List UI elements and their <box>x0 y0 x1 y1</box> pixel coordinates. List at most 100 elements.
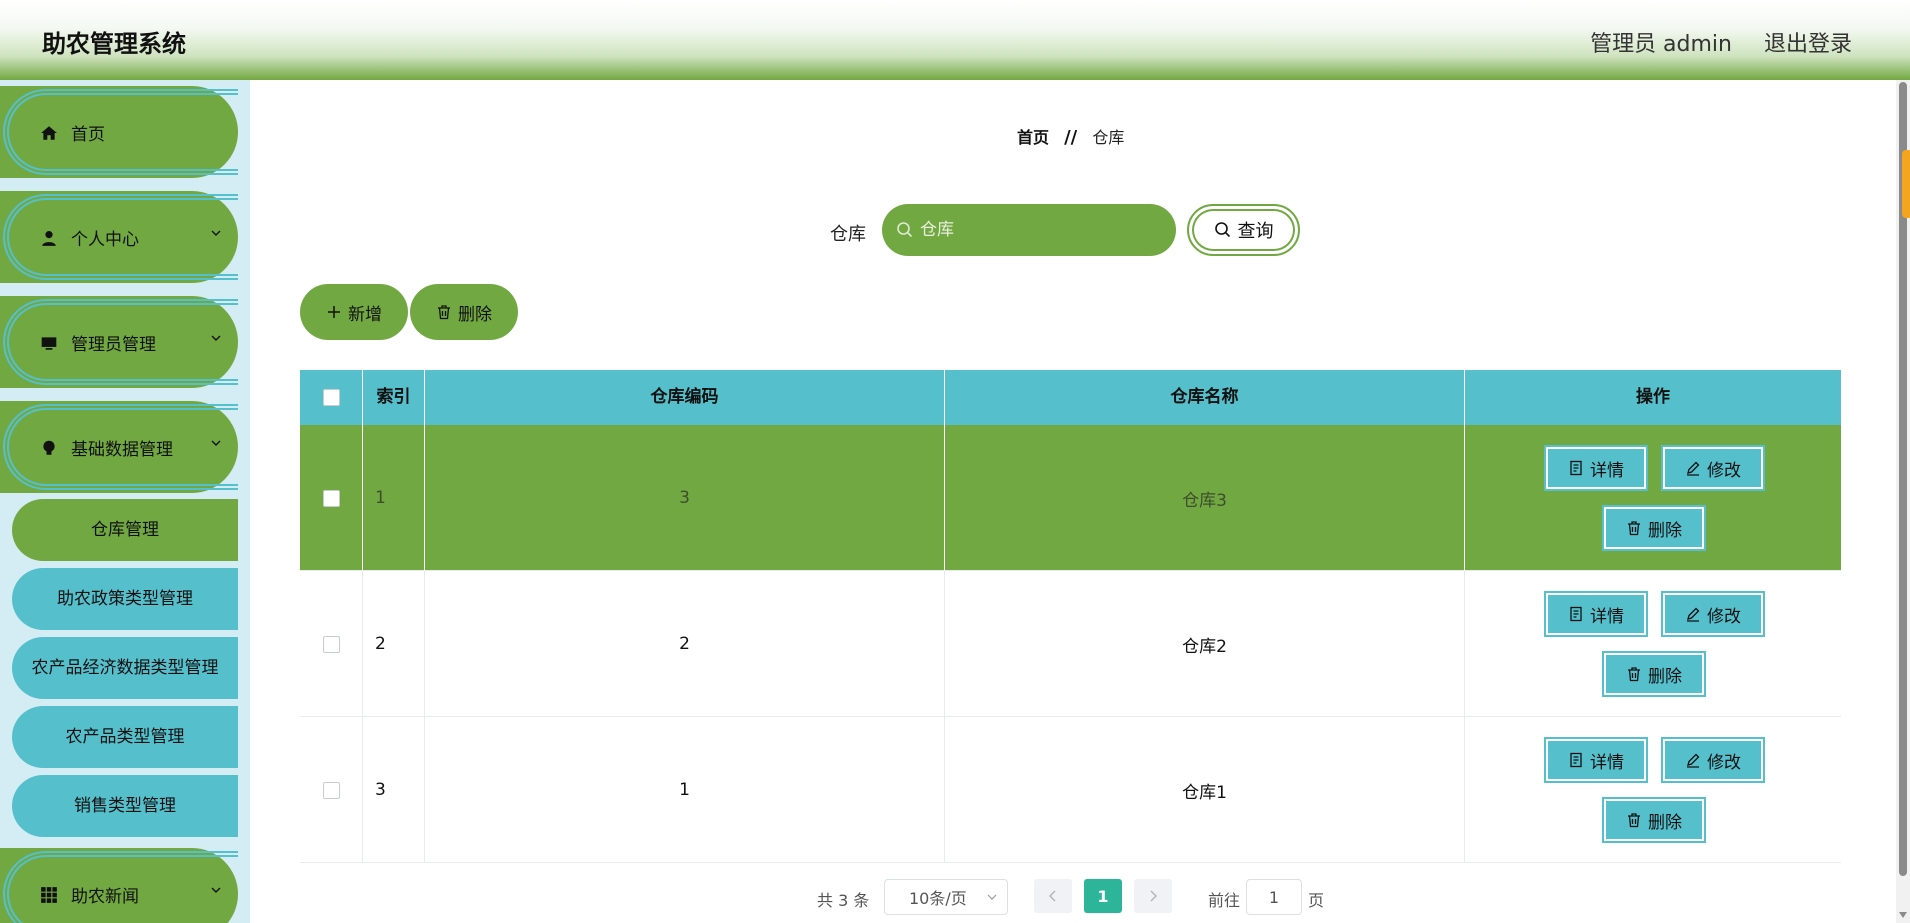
row-checkbox[interactable] <box>322 635 340 653</box>
cell-name: 仓库2 <box>945 571 1465 717</box>
batch-delete-button[interactable]: 删除 <box>410 284 518 340</box>
cell-index: 2 <box>363 571 425 717</box>
next-page-button[interactable] <box>1134 879 1172 913</box>
table-header: 索引 仓库编码 仓库名称 操作 <box>300 370 1841 425</box>
sidebar-subitem-warehouse[interactable]: 仓库管理 <box>12 499 238 561</box>
batch-delete-button-label: 删除 <box>458 304 492 325</box>
chevron-down-icon <box>211 440 221 446</box>
edit-button-label: 修改 <box>1707 752 1741 773</box>
detail-button[interactable]: 详情 <box>1544 591 1648 637</box>
chevron-down-icon <box>211 230 221 236</box>
chevron-down-icon <box>211 335 221 341</box>
prev-page-button[interactable] <box>1034 879 1072 913</box>
row-checkbox[interactable] <box>322 489 340 507</box>
edit-button[interactable]: 修改 <box>1661 591 1765 637</box>
cell-index: 1 <box>363 425 425 571</box>
select-all-checkbox[interactable] <box>322 389 340 406</box>
chevron-right-icon <box>1150 890 1157 902</box>
header-actions: 操作 <box>1636 387 1670 407</box>
delete-button[interactable]: 删除 <box>1602 797 1706 843</box>
cell-name: 仓库3 <box>945 425 1465 571</box>
search-input[interactable] <box>920 214 1160 246</box>
sidebar-item-news[interactable]: 助农新闻 <box>0 848 238 923</box>
chevron-down-icon <box>987 894 997 900</box>
delete-button[interactable]: 删除 <box>1602 651 1706 697</box>
trash-icon <box>438 305 450 320</box>
delete-button-label: 删除 <box>1648 520 1682 541</box>
edit-button[interactable]: 修改 <box>1661 445 1765 491</box>
header-name: 仓库名称 <box>945 370 1465 425</box>
select-all-cell <box>300 370 363 425</box>
header-index: 索引 <box>363 370 425 425</box>
pencil-icon <box>1687 607 1700 622</box>
user-icon <box>42 231 56 246</box>
edit-button[interactable]: 修改 <box>1661 737 1765 783</box>
detail-button[interactable]: 详情 <box>1544 737 1648 783</box>
detail-button-label: 详情 <box>1590 460 1624 481</box>
table-row: 3 1 仓库1 详情 修改 删除 <box>300 717 1841 863</box>
scroll-down-arrow-icon[interactable] <box>1898 911 1908 919</box>
edit-button-label: 修改 <box>1707 606 1741 627</box>
bulb-icon <box>43 440 55 455</box>
query-button-label: 查询 <box>1237 221 1274 242</box>
row-select-cell <box>300 425 363 571</box>
goto-page-suffix: 页 <box>1308 891 1325 910</box>
document-icon <box>1570 606 1582 622</box>
chevron-down-icon <box>211 887 221 893</box>
sidebar-item-label: 个人中心 <box>71 230 139 250</box>
goto-page-input[interactable] <box>1246 879 1302 915</box>
cell-code: 3 <box>425 425 945 571</box>
sidebar-subitem-economic-type[interactable]: 农产品经济数据类型管理 <box>12 637 238 699</box>
breadcrumb-home[interactable]: 首页 <box>1017 128 1049 147</box>
top-header: 助农管理系统 管理员 admin 退出登录 <box>0 0 1910 80</box>
delete-button-label: 删除 <box>1648 812 1682 833</box>
trash-icon <box>1628 521 1640 536</box>
sidebar-item-basic-data[interactable]: 基础数据管理 <box>0 401 238 493</box>
page-number-current[interactable]: 1 <box>1084 879 1122 913</box>
plus-icon <box>328 306 340 318</box>
detail-button[interactable]: 详情 <box>1544 445 1648 491</box>
sidebar-item-label: 助农新闻 <box>71 887 139 907</box>
cell-code: 2 <box>425 571 945 717</box>
total-count: 共 3 条 <box>817 891 870 910</box>
delete-button-label: 删除 <box>1648 666 1682 687</box>
row-select-cell <box>300 571 363 717</box>
page-size-select[interactable]: 10条/页 <box>884 879 1008 915</box>
sidebar-subitem-policy-type[interactable]: 助农政策类型管理 <box>12 568 238 630</box>
chevron-left-icon <box>1049 890 1056 902</box>
table-row: 1 3 仓库3 详情 修改 删除 <box>300 425 1841 571</box>
sidebar-subitem-sales-type[interactable]: 销售类型管理 <box>12 775 238 837</box>
grid-icon <box>41 887 57 903</box>
cell-code: 1 <box>425 717 945 863</box>
query-button[interactable]: 查询 <box>1187 204 1300 256</box>
delete-button[interactable]: 删除 <box>1602 505 1706 551</box>
sidebar-item-admin[interactable]: 管理员管理 <box>0 296 238 388</box>
logout-link[interactable]: 退出登录 <box>1764 26 1852 58</box>
cell-name: 仓库1 <box>945 717 1465 863</box>
search-box <box>882 204 1176 256</box>
row-checkbox[interactable] <box>322 781 340 799</box>
cell-index: 3 <box>363 717 425 863</box>
add-button[interactable]: 新增 <box>300 284 408 340</box>
header-code: 仓库编码 <box>425 370 945 425</box>
row-select-cell <box>300 717 363 863</box>
detail-button-label: 详情 <box>1590 606 1624 627</box>
monitor-icon <box>41 337 57 350</box>
sidebar-subitem-product-type[interactable]: 农产品类型管理 <box>12 706 238 768</box>
page-size-value: 10条/页 <box>909 889 967 908</box>
sidebar-item-home[interactable]: 首页 <box>0 86 238 178</box>
home-icon <box>41 126 57 140</box>
pencil-icon <box>1687 461 1700 476</box>
breadcrumb: 首页 // 仓库 <box>1017 124 1124 148</box>
trash-icon <box>1628 813 1640 828</box>
search-icon <box>1214 222 1230 238</box>
trash-icon <box>1628 667 1640 682</box>
sidebar-item-label: 首页 <box>71 125 105 145</box>
document-icon <box>1570 460 1582 476</box>
side-float-tab[interactable] <box>1902 150 1910 218</box>
goto-label: 前往 <box>1208 891 1241 910</box>
sidebar-item-personal-center[interactable]: 个人中心 <box>0 191 238 283</box>
edit-button-label: 修改 <box>1707 460 1741 481</box>
breadcrumb-separator: // <box>1064 127 1078 148</box>
sidebar-item-label: 管理员管理 <box>71 335 156 355</box>
